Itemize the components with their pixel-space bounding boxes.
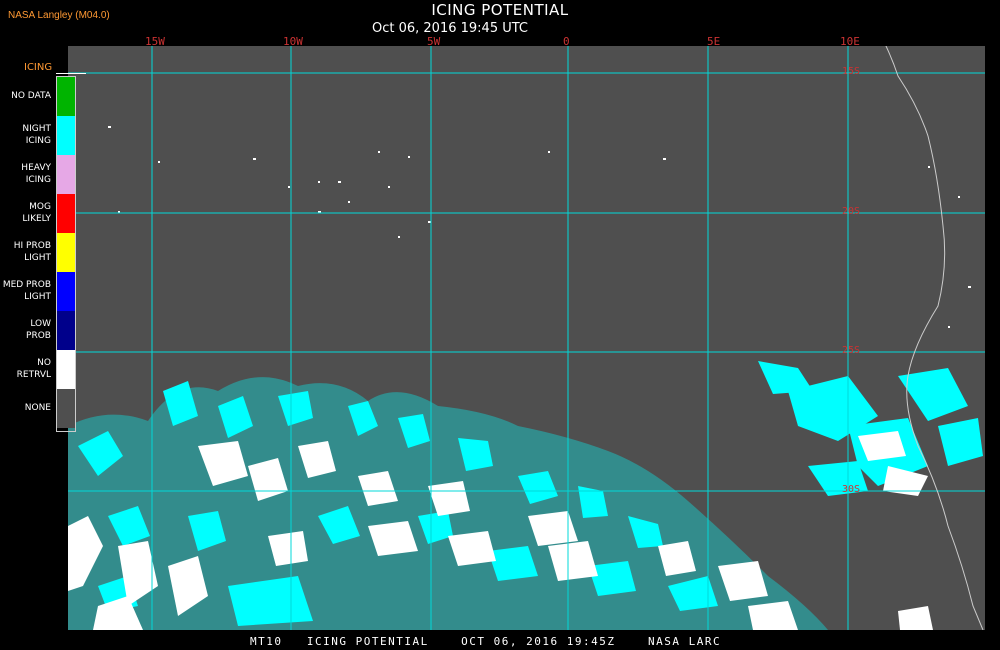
legend-swatch: [57, 350, 75, 389]
legend-label: LOW PROB: [26, 318, 51, 341]
legend-swatch: [57, 116, 75, 155]
legend-label: NIGHT ICING: [22, 123, 51, 146]
map-title: ICING POTENTIAL: [431, 1, 569, 19]
map-canvas: [68, 46, 985, 630]
legend-swatch: [57, 155, 75, 194]
legend-label: NONE: [24, 402, 51, 413]
legend-swatch: [57, 311, 75, 350]
legend-swatch: [57, 272, 75, 311]
lat-label-20s: 20S: [842, 206, 861, 217]
satellite-map[interactable]: [68, 46, 985, 630]
legend-swatch: [57, 389, 75, 428]
lat-label-25s: 25S: [842, 345, 861, 356]
legend-label: MOG LIKELY: [22, 201, 51, 224]
lat-label-15s: 15S: [842, 66, 861, 77]
legend-swatch: [57, 233, 75, 272]
legend-label: HEAVY ICING: [21, 162, 51, 185]
legend-title: ICING: [24, 62, 53, 73]
lat-label-30s: 30S: [842, 484, 861, 495]
legend-swatch: [57, 194, 75, 233]
footer-caption: MT10 ICING POTENTIAL OCT 06, 2016 19:45Z…: [250, 635, 722, 648]
map-timestamp: Oct 06, 2016 19:45 UTC: [372, 21, 528, 36]
legend-label: NO RETRVL: [16, 357, 51, 380]
legend: [56, 76, 76, 432]
legend-swatch: [57, 77, 75, 116]
legend-label: HI PROB LIGHT: [13, 240, 51, 263]
legend-divider: [56, 73, 86, 74]
legend-label: NO DATA: [11, 90, 51, 101]
legend-label: MED PROB LIGHT: [2, 279, 51, 302]
